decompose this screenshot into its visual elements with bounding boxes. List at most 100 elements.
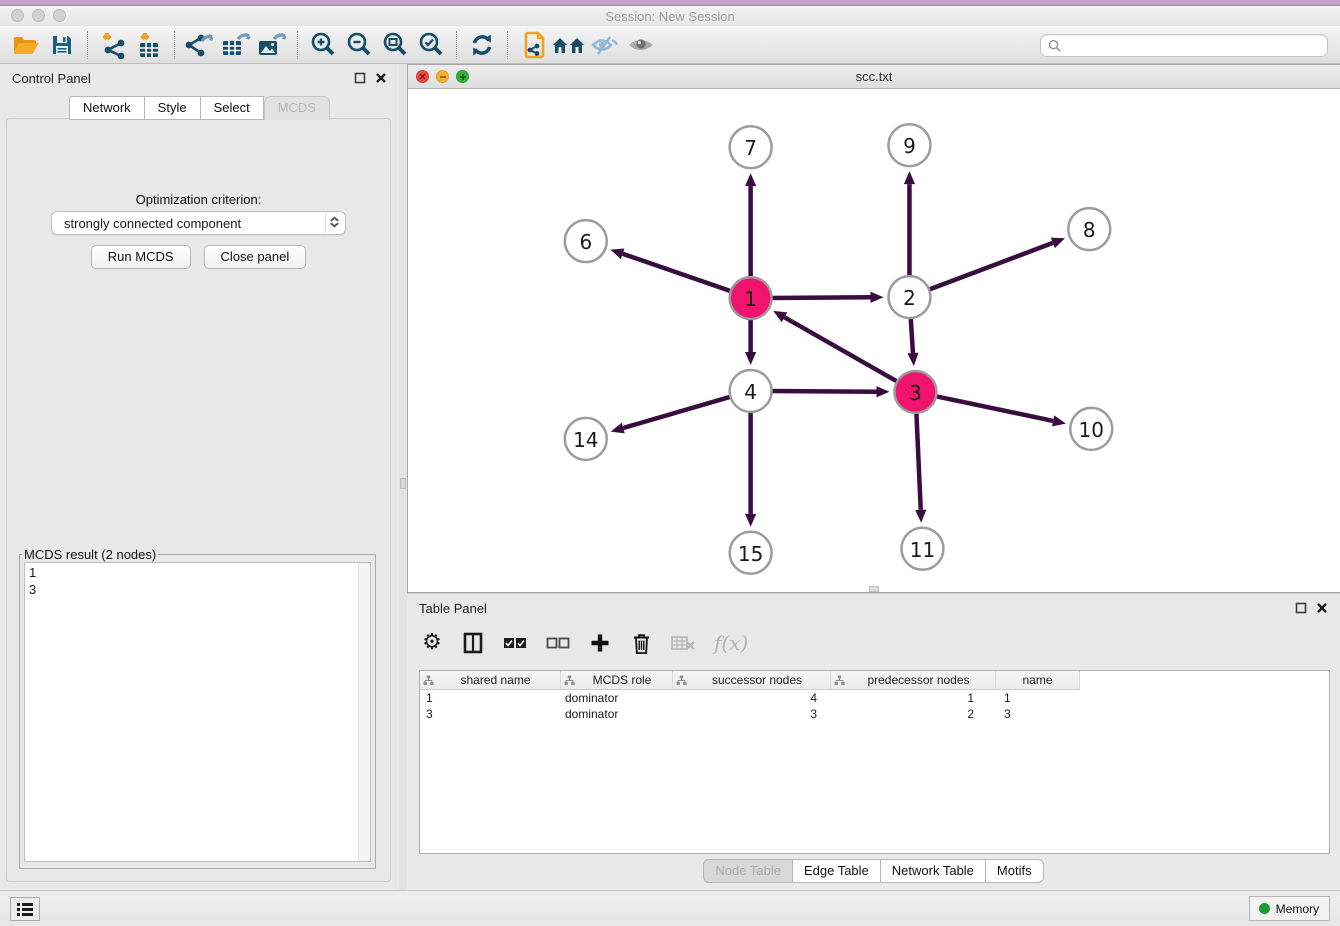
- show-columns-button[interactable]: [462, 629, 484, 657]
- close-panel-icon[interactable]: [375, 72, 387, 84]
- task-history-button[interactable]: [10, 897, 40, 921]
- cell-successor-nodes[interactable]: 3: [673, 706, 831, 722]
- cell-mcds-role[interactable]: dominator: [561, 706, 673, 722]
- network-window-controls[interactable]: [416, 70, 469, 83]
- close-window-button[interactable]: [11, 9, 24, 22]
- tab-network-table[interactable]: Network Table: [880, 859, 985, 883]
- tab-node-table[interactable]: Node Table: [703, 859, 792, 883]
- graph-edge-1-6[interactable]: [623, 254, 734, 292]
- vertical-splitter[interactable]: [399, 64, 407, 890]
- graph-node-8[interactable]: 8: [1068, 208, 1110, 250]
- graph-node-14[interactable]: 14: [565, 418, 607, 460]
- graph-edge-3-1[interactable]: [784, 317, 899, 383]
- open-session-button[interactable]: [8, 29, 44, 61]
- tab-network[interactable]: Network: [69, 96, 144, 120]
- column-header-shared-name[interactable]: shared name: [420, 671, 561, 689]
- cell-predecessor-nodes[interactable]: 2: [831, 706, 996, 722]
- dropdown-stepper-icon: [325, 213, 341, 233]
- cell-successor-nodes[interactable]: 4: [673, 690, 831, 706]
- criterion-dropdown[interactable]: strongly connected component: [51, 211, 346, 235]
- export-image-button[interactable]: [254, 29, 290, 61]
- graph-edge-1-2[interactable]: [769, 297, 871, 298]
- tab-select[interactable]: Select: [200, 96, 264, 120]
- graph-edge-4-14[interactable]: [623, 396, 733, 428]
- close-network-button[interactable]: [416, 70, 429, 83]
- minimize-window-button[interactable]: [32, 9, 45, 22]
- table-row[interactable]: 1 dominator 4 1 1: [420, 690, 1080, 706]
- tab-mcds[interactable]: MCDS: [264, 96, 330, 120]
- graph-node-9[interactable]: 9: [888, 124, 930, 166]
- deselect-all-rows-button[interactable]: [546, 629, 570, 657]
- cell-mcds-role[interactable]: dominator: [561, 690, 673, 706]
- graph-node-6[interactable]: 6: [565, 220, 607, 262]
- graph-node-11[interactable]: 11: [901, 528, 943, 570]
- edge-arrowhead-icon: [1051, 238, 1065, 248]
- refresh-layout-button[interactable]: [464, 29, 500, 61]
- select-all-rows-button[interactable]: [503, 629, 527, 657]
- memory-button[interactable]: Memory: [1249, 896, 1330, 921]
- graph-edge-2-8[interactable]: [926, 243, 1053, 291]
- cell-predecessor-nodes[interactable]: 1: [831, 690, 996, 706]
- column-header-successor-nodes[interactable]: successor nodes: [673, 671, 831, 689]
- splitter-handle[interactable]: [400, 478, 406, 489]
- graph-node-3[interactable]: 3: [894, 371, 936, 413]
- cell-shared-name[interactable]: 3: [420, 706, 561, 722]
- network-canvas[interactable]: 1 2 3 4 6 7 8 9 10 11 14 15: [408, 89, 1340, 592]
- graph-node-10[interactable]: 10: [1070, 408, 1112, 450]
- column-header-mcds-role[interactable]: MCDS role: [561, 671, 673, 689]
- show-graphics-details-button[interactable]: [623, 29, 659, 61]
- float-panel-icon[interactable]: [354, 72, 366, 84]
- maximize-window-button[interactable]: [53, 9, 66, 22]
- mcds-result-text[interactable]: 1 3: [24, 562, 371, 862]
- import-network-button[interactable]: [95, 29, 131, 61]
- tab-style[interactable]: Style: [144, 96, 200, 120]
- search-input[interactable]: [1065, 39, 1320, 53]
- graph-node-15[interactable]: 15: [730, 532, 772, 574]
- maximize-network-button[interactable]: [456, 70, 469, 83]
- minimize-network-button[interactable]: [436, 70, 449, 83]
- cell-name[interactable]: 1: [996, 690, 1080, 706]
- edge-arrowhead-icon: [611, 423, 625, 434]
- export-network-button[interactable]: [182, 29, 218, 61]
- graph-node-1[interactable]: 1: [730, 277, 772, 319]
- import-table-button[interactable]: [131, 29, 167, 61]
- home-button[interactable]: [551, 29, 587, 61]
- graph-node-7[interactable]: 7: [730, 126, 772, 168]
- add-column-button[interactable]: [589, 629, 611, 657]
- run-mcds-button[interactable]: Run MCDS: [91, 245, 191, 269]
- close-table-panel-icon[interactable]: [1316, 602, 1328, 614]
- cell-shared-name[interactable]: 1: [420, 690, 561, 706]
- float-table-panel-icon[interactable]: [1295, 602, 1307, 614]
- result-scrollbar[interactable]: [358, 563, 370, 861]
- column-header-predecessor-nodes[interactable]: predecessor nodes: [831, 671, 996, 689]
- graph-edge-4-3[interactable]: [769, 391, 877, 392]
- zoom-selected-button[interactable]: [413, 29, 449, 61]
- graph-edge-2-3[interactable]: [911, 315, 913, 353]
- tab-motifs[interactable]: Motifs: [985, 859, 1044, 883]
- node-label: 7: [744, 136, 757, 160]
- graph-edge-3-11[interactable]: [916, 410, 920, 510]
- export-table-button[interactable]: [218, 29, 254, 61]
- zoom-out-button[interactable]: [341, 29, 377, 61]
- search-field[interactable]: [1040, 34, 1328, 57]
- window-controls[interactable]: [11, 9, 66, 22]
- graph-node-4[interactable]: 4: [730, 370, 772, 412]
- table-settings-button[interactable]: ⚙: [421, 629, 443, 657]
- save-session-button[interactable]: [44, 29, 80, 61]
- hide-graphics-details-button[interactable]: [587, 29, 623, 61]
- column-header-name[interactable]: name: [996, 671, 1080, 689]
- horizontal-splitter-handle[interactable]: [869, 586, 879, 592]
- delete-table-button[interactable]: [671, 629, 695, 657]
- zoom-in-button[interactable]: [305, 29, 341, 61]
- close-panel-button[interactable]: Close panel: [204, 245, 307, 269]
- zoom-fit-button[interactable]: [377, 29, 413, 61]
- cell-name[interactable]: 3: [996, 706, 1080, 722]
- table-row[interactable]: 3 dominator 3 2 3: [420, 706, 1080, 722]
- tab-edge-table[interactable]: Edge Table: [792, 859, 880, 883]
- delete-column-button[interactable]: [630, 629, 652, 657]
- clone-network-button[interactable]: [515, 29, 551, 61]
- graph-node-2[interactable]: 2: [888, 276, 930, 318]
- node-table: shared name MCDS role successor nodes: [419, 670, 1330, 854]
- function-builder-button[interactable]: f(x): [714, 629, 748, 657]
- graph-edge-3-10[interactable]: [933, 396, 1053, 421]
